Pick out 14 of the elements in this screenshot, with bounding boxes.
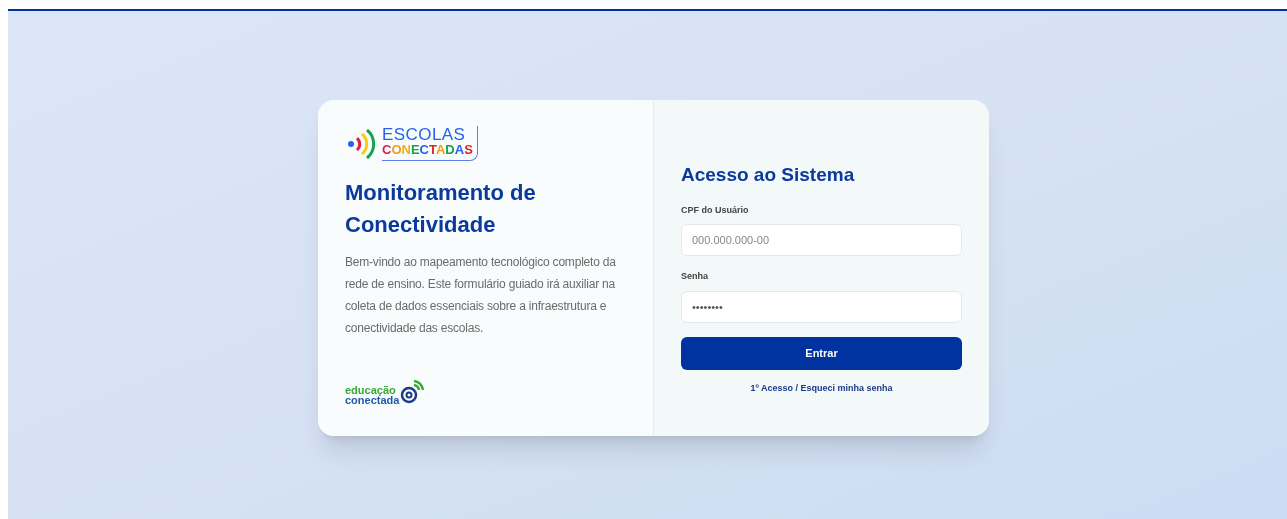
forgot-password-link[interactable]: 1º Acesso / Esqueci minha senha	[750, 381, 893, 395]
logo-text: ESCOLAS	[382, 126, 467, 143]
at-sign-icon	[399, 379, 426, 405]
submit-button[interactable]: Entrar	[681, 336, 962, 370]
login-title: Acesso ao Sistema	[681, 163, 856, 187]
logo-text: CONECTADAS	[382, 143, 473, 156]
password-field[interactable]: ••••••••	[681, 290, 962, 323]
logo-text: conectada	[345, 395, 400, 405]
field-label: CPF do Usuário	[681, 203, 750, 217]
input-field[interactable]: 000.000.000-00	[681, 224, 962, 256]
logo-text: educação	[345, 385, 397, 395]
intro-text: Bem-vindo ao mapeamento tecnológico completo da rede de ensino. Este formulário guiado irá auxiliar na coleta de dados essenciais sobre a infraestrutura e conectividade das escolas.	[345, 254, 617, 337]
field-label: Senha	[681, 270, 709, 283]
intro-title: Monitoramento de Conectividade	[345, 179, 537, 239]
